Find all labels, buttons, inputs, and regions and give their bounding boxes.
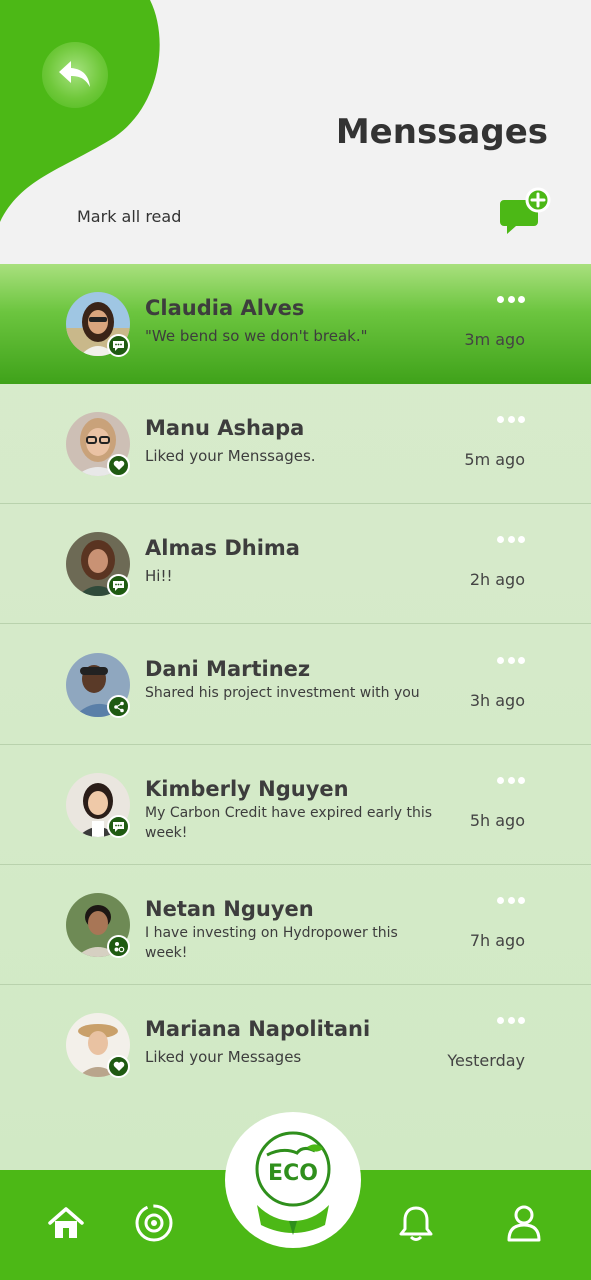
message-preview: Shared his project investment with you — [145, 685, 420, 701]
message-preview: Liked your Messages — [145, 1048, 302, 1066]
more-options-icon[interactable] — [497, 414, 525, 424]
sender-name: Kimberly Nguyen — [145, 777, 349, 801]
message-row[interactable]: Dani Martinez Shared his project investm… — [0, 625, 591, 745]
eco-logo-icon: ECO — [255, 1131, 331, 1235]
more-options-icon[interactable] — [497, 655, 525, 665]
message-time: 2h ago — [469, 570, 525, 589]
invest-icon — [107, 935, 130, 958]
message-list: Claudia Alves "We bend so we don't break… — [0, 264, 591, 1174]
more-options-icon[interactable] — [497, 895, 525, 905]
header-blob — [0, 0, 160, 222]
more-options-icon[interactable] — [497, 534, 525, 544]
message-preview: "We bend so we don't break." — [145, 327, 368, 345]
message-preview: I have investing on Hydropower this week… — [145, 925, 398, 961]
page-title: Menssages — [335, 112, 548, 152]
message-time: 7h ago — [469, 931, 525, 950]
message-row[interactable]: Mariana Napolitani Liked your Messages Y… — [0, 985, 591, 1105]
mark-all-read-link[interactable]: Mark all read — [77, 207, 181, 226]
more-options-icon[interactable] — [497, 294, 525, 304]
message-time: 5m ago — [464, 450, 525, 469]
message-row[interactable]: Claudia Alves "We bend so we don't break… — [0, 264, 591, 384]
message-row[interactable]: Manu Ashapa Liked your Menssages. 5m ago — [0, 384, 591, 504]
back-arrow-icon — [59, 61, 90, 87]
message-time: 3m ago — [464, 330, 525, 349]
sender-name: Netan Nguyen — [145, 897, 314, 921]
sender-name: Dani Martinez — [145, 657, 311, 681]
chat-icon — [107, 815, 130, 838]
more-options-icon[interactable] — [497, 1015, 525, 1025]
heart-icon — [107, 1055, 130, 1078]
message-row[interactable]: Netan Nguyen I have investing on Hydropo… — [0, 865, 591, 985]
message-time: 3h ago — [469, 691, 525, 710]
heart-icon — [107, 454, 130, 477]
settings-cycle-icon[interactable] — [134, 1203, 174, 1243]
sender-name: Almas Dhima — [145, 536, 300, 560]
eco-logo-button[interactable]: ECO — [225, 1112, 361, 1248]
chat-icon — [107, 334, 130, 357]
user-icon[interactable] — [504, 1203, 544, 1243]
sender-name: Manu Ashapa — [145, 416, 305, 440]
message-row[interactable]: Almas Dhima Hi!! 2h ago — [0, 504, 591, 624]
message-time: Yesterday — [447, 1051, 525, 1070]
message-row[interactable]: Kimberly Nguyen My Carbon Credit have ex… — [0, 745, 591, 865]
back-button[interactable] — [42, 42, 108, 108]
more-options-icon[interactable] — [497, 775, 525, 785]
bell-icon[interactable] — [396, 1203, 436, 1243]
home-icon[interactable] — [46, 1203, 86, 1243]
share-icon — [107, 695, 130, 718]
message-preview: My Carbon Credit have expired early this… — [145, 805, 432, 841]
message-preview: Liked your Menssages. — [145, 447, 316, 465]
sender-name: Mariana Napolitani — [145, 1017, 371, 1041]
message-time: 5h ago — [469, 811, 525, 830]
chat-icon — [107, 574, 130, 597]
new-message-icon[interactable] — [498, 186, 554, 240]
message-preview: Hi!! — [145, 567, 173, 585]
sender-name: Claudia Alves — [145, 296, 305, 320]
eco-logo-text: ECO — [268, 1161, 318, 1186]
